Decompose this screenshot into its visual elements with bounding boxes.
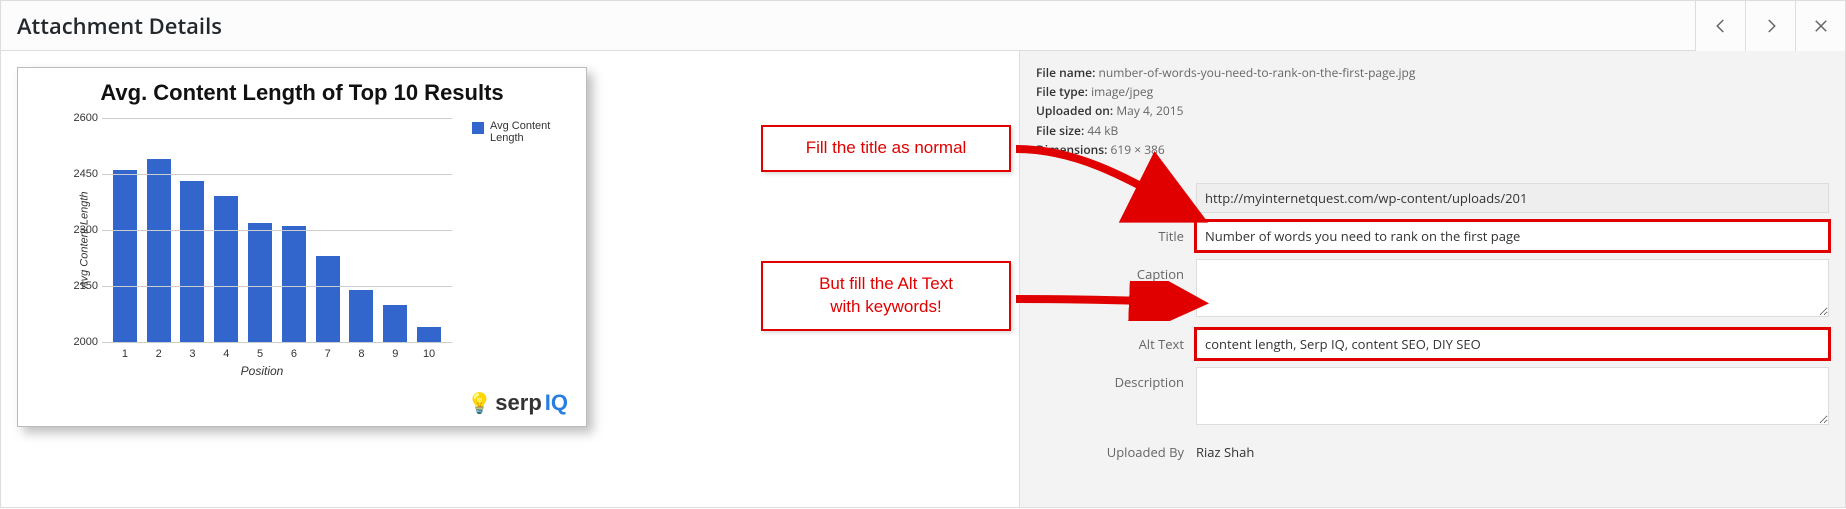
attachment-details-modal: Attachment Details Avg. Content Length o… — [0, 0, 1846, 508]
legend-swatch — [472, 122, 484, 134]
header-actions — [1695, 1, 1845, 51]
row-alttext: Alt Text — [1036, 329, 1829, 359]
chart-legend: Avg Content Length — [472, 120, 572, 144]
label-description: Description — [1036, 367, 1196, 391]
chart-plot: 12345678910 20002150230024502600 — [102, 118, 452, 342]
arrow-title — [1011, 139, 1211, 229]
chart-title: Avg. Content Length of Top 10 Results — [32, 80, 572, 106]
x-tick: 10 — [417, 348, 441, 360]
close-button[interactable] — [1795, 1, 1845, 51]
x-tick: 5 — [248, 348, 272, 360]
meta-filename: number-of-words-you-need-to-rank-on-the-… — [1098, 64, 1415, 81]
y-tick: 2600 — [68, 112, 98, 124]
gridline — [102, 286, 452, 287]
url-input[interactable] — [1196, 183, 1829, 213]
details-sidebar: File name: number-of-words-you-need-to-r… — [1019, 51, 1845, 507]
chart-xticks: 123456789 10 — [102, 348, 452, 360]
caption-input[interactable] — [1196, 259, 1829, 317]
x-axis-label: Position — [241, 364, 284, 378]
meta-uploaded: May 4, 2015 — [1116, 102, 1183, 119]
y-tick: 2150 — [68, 280, 98, 292]
x-tick: 1 — [113, 348, 137, 360]
bulb-icon: 💡 — [467, 391, 492, 416]
x-tick: 7 — [316, 348, 340, 360]
description-input[interactable] — [1196, 367, 1829, 425]
brand-serp: serp — [495, 390, 541, 416]
row-description: Description — [1036, 367, 1829, 429]
brand-iq: IQ — [545, 390, 568, 416]
y-tick: 2450 — [68, 168, 98, 180]
gridline — [102, 230, 452, 231]
row-uploadedby: Uploaded By Riaz Shah — [1036, 437, 1829, 461]
alttext-input[interactable] — [1196, 329, 1829, 359]
title-input[interactable] — [1196, 221, 1829, 251]
gridline — [102, 342, 452, 343]
x-tick: 6 — [282, 348, 306, 360]
y-tick: 2300 — [68, 224, 98, 236]
x-tick: 8 — [349, 348, 373, 360]
chart-card: Avg. Content Length of Top 10 Results Av… — [17, 67, 587, 427]
x-tick: 9 — [383, 348, 407, 360]
bar — [248, 223, 272, 342]
label-caption: Caption — [1036, 259, 1196, 283]
x-tick: 2 — [147, 348, 171, 360]
bar — [417, 327, 441, 342]
gridline — [102, 118, 452, 119]
gridline — [102, 174, 452, 175]
meta-filetype: image/jpeg — [1091, 83, 1153, 100]
modal-header: Attachment Details — [1, 1, 1845, 51]
bar — [214, 196, 238, 342]
prev-button[interactable] — [1695, 1, 1745, 51]
uploadedby-value: Riaz Shah — [1196, 437, 1829, 461]
y-tick: 2000 — [68, 336, 98, 348]
bar — [316, 256, 340, 342]
next-button[interactable] — [1745, 1, 1795, 51]
x-tick: 4 — [214, 348, 238, 360]
callout-title: Fill the title as normal — [761, 125, 1011, 172]
label-alttext: Alt Text — [1036, 329, 1196, 353]
chevron-right-icon — [1762, 17, 1780, 35]
bar — [282, 226, 306, 342]
y-axis-label: Avg Content Length — [79, 191, 91, 288]
bar — [147, 159, 171, 342]
label-uploadedby: Uploaded By — [1036, 437, 1196, 461]
bar — [113, 170, 137, 342]
close-icon — [1812, 17, 1830, 35]
brand-logo: 💡 serpIQ — [467, 390, 568, 416]
chevron-left-icon — [1712, 17, 1730, 35]
x-tick: 3 — [180, 348, 204, 360]
bar — [349, 290, 373, 342]
modal-title: Attachment Details — [17, 11, 222, 41]
callout-alttext: But fill the Alt Text with keywords! — [761, 261, 1011, 331]
arrow-alttext — [1011, 281, 1211, 321]
modal-body: Avg. Content Length of Top 10 Results Av… — [1, 51, 1845, 507]
bar — [383, 305, 407, 342]
chart-area: Avg Content Length 12345678910 200021502… — [72, 110, 452, 370]
attachment-preview: Avg. Content Length of Top 10 Results Av… — [1, 51, 1019, 507]
legend-label: Avg Content Length — [490, 120, 572, 144]
bar — [180, 181, 204, 342]
meta-filesize: 44 kB — [1087, 122, 1118, 139]
